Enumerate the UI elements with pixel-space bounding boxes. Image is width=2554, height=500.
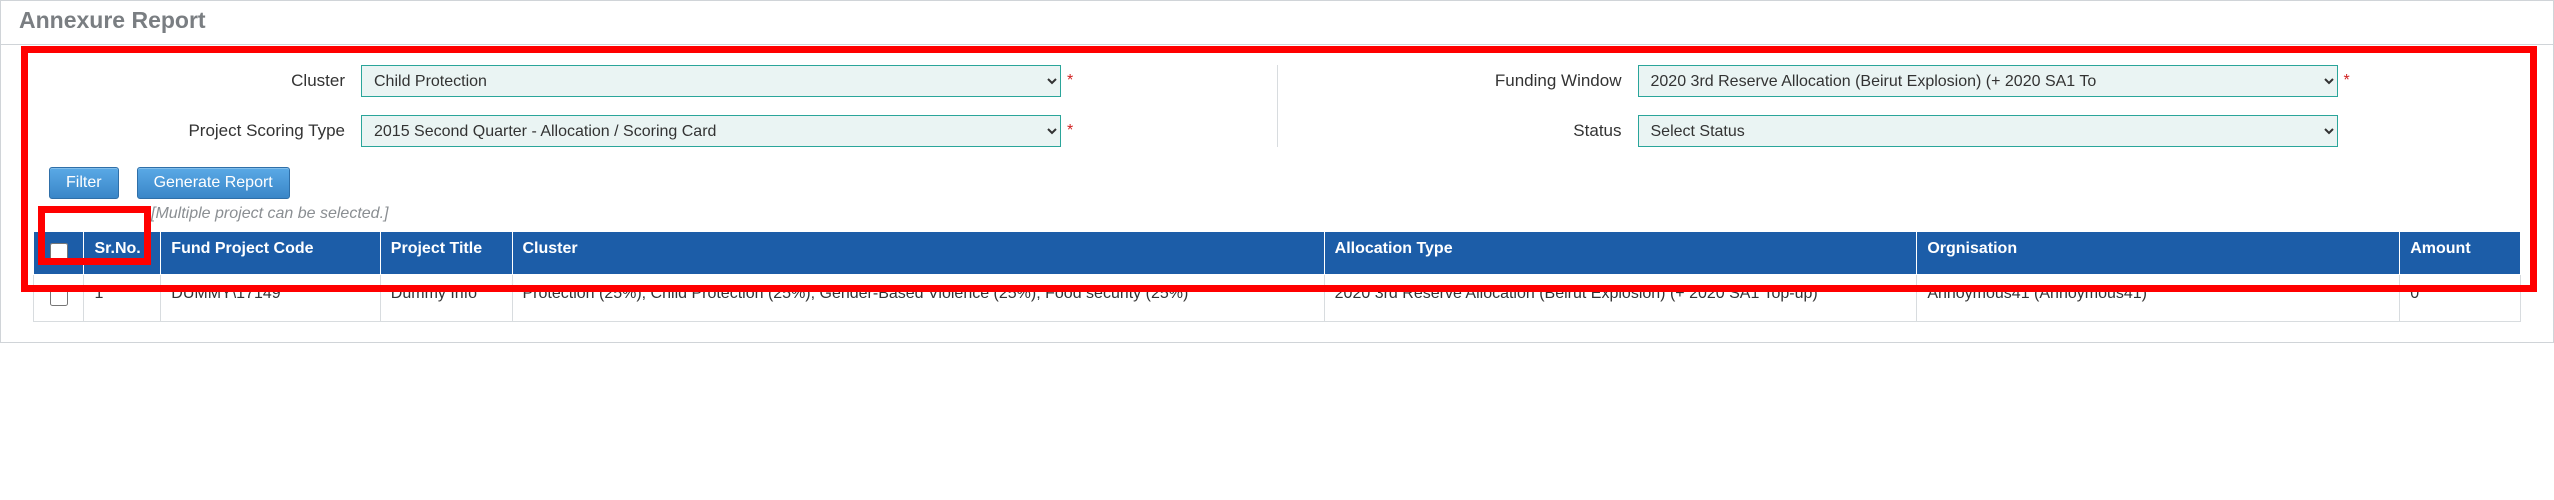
multi-select-note: [Multiple project can be selected.] (1, 199, 2553, 225)
header-amount: Amount (2400, 232, 2521, 275)
cell-title: Dummy Info (380, 275, 512, 322)
cell-amount: 0 (2400, 275, 2521, 322)
page-container: Annexure Report Cluster Child Protection… (0, 0, 2554, 343)
cell-alloc: 2020 3rd Reserve Allocation (Beirut Expl… (1324, 275, 1917, 322)
filter-column-right: Funding Window 2020 3rd Reserve Allocati… (1278, 65, 2514, 147)
label-status: Status (1318, 121, 1638, 141)
filter-row-scoring: Project Scoring Type 2015 Second Quarter… (41, 115, 1237, 147)
select-scoring[interactable]: 2015 Second Quarter - Allocation / Scori… (361, 115, 1061, 147)
header-code: Fund Project Code (161, 232, 381, 275)
select-all-checkbox[interactable] (50, 243, 68, 261)
header-org: Orgnisation (1917, 232, 2400, 275)
required-cluster: * (1067, 72, 1073, 90)
select-status[interactable]: Select Status (1638, 115, 2338, 147)
required-funding: * (2344, 72, 2350, 90)
row-checkbox[interactable] (50, 288, 68, 306)
label-cluster: Cluster (41, 71, 361, 91)
select-cluster[interactable]: Child Protection (361, 65, 1061, 97)
generate-report-button[interactable]: Generate Report (137, 167, 290, 199)
table-row: 1 DUMMY\17149 Dummy Info Protection (25%… (34, 275, 2521, 322)
required-scoring: * (1067, 122, 1073, 140)
filter-row-status: Status Select Status (1318, 115, 2514, 147)
header-checkbox-cell (34, 232, 84, 275)
cell-code: DUMMY\17149 (161, 275, 381, 322)
label-scoring: Project Scoring Type (41, 121, 361, 141)
filter-column-left: Cluster Child Protection * Project Scori… (41, 65, 1278, 147)
label-funding: Funding Window (1318, 71, 1638, 91)
cell-srno: 1 (84, 275, 161, 322)
filter-panel: Cluster Child Protection * Project Scori… (1, 45, 2553, 157)
header-cluster: Cluster (512, 232, 1324, 275)
button-row: Filter Generate Report (1, 157, 2553, 199)
cell-org: Annoymous41 (Annoymous41) (1917, 275, 2400, 322)
select-funding[interactable]: 2020 3rd Reserve Allocation (Beirut Expl… (1638, 65, 2338, 97)
row-checkbox-cell (34, 275, 84, 322)
filter-button[interactable]: Filter (49, 167, 119, 199)
cell-cluster: Protection (25%), Child Protection (25%)… (512, 275, 1324, 322)
header-alloc: Allocation Type (1324, 232, 1917, 275)
table-header-row: Sr.No. Fund Project Code Project Title C… (34, 232, 2521, 275)
results-table: Sr.No. Fund Project Code Project Title C… (33, 231, 2521, 322)
header-srno: Sr.No. (84, 232, 161, 275)
header-title: Project Title (380, 232, 512, 275)
filter-row-cluster: Cluster Child Protection * (41, 65, 1237, 97)
filter-row-funding: Funding Window 2020 3rd Reserve Allocati… (1318, 65, 2514, 97)
page-title: Annexure Report (1, 1, 2553, 45)
